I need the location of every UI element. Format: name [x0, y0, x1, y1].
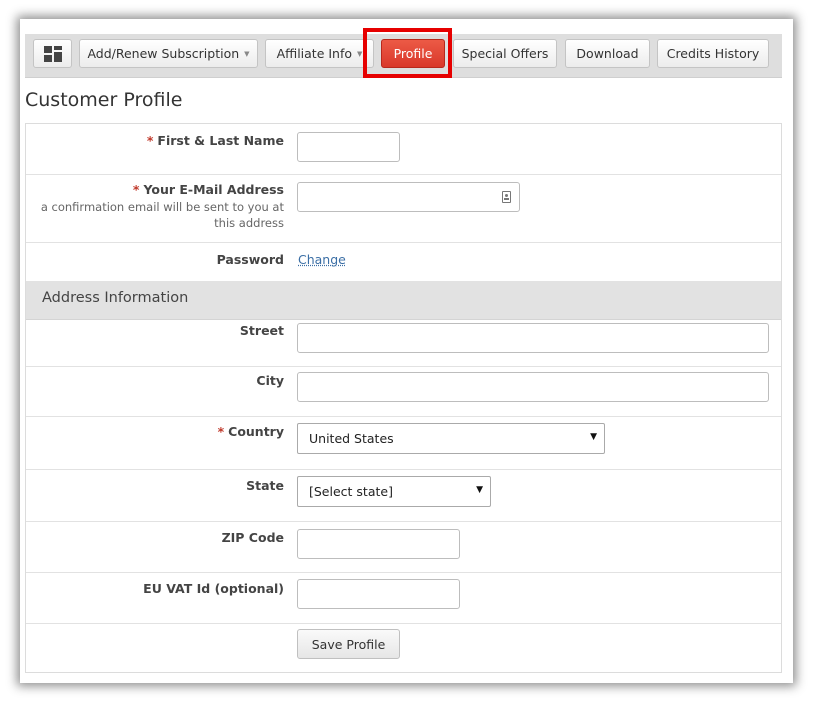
change-password-link[interactable]: Change [298, 252, 346, 267]
required-marker: * [146, 133, 154, 148]
name-label: * First & Last Name [147, 133, 284, 148]
add-renew-subscription-label: Add/Renew Subscription [87, 46, 240, 61]
profile-form-panel: * First & Last Name * Your E-Mail Address … [25, 123, 782, 673]
country-selected-value: United States [309, 431, 394, 446]
page-frame: Add/Renew Subscription ▼ Affiliate Info … [20, 19, 793, 683]
country-label: * Country [218, 424, 284, 439]
tab-download-label: Download [576, 46, 639, 61]
street-input[interactable] [297, 323, 769, 353]
page-title: Customer Profile [25, 89, 183, 111]
city-label: City [256, 373, 284, 388]
street-row: Street [26, 319, 781, 367]
name-label-text: First & Last Name [157, 133, 284, 148]
zip-input[interactable] [297, 529, 460, 559]
vat-row: EU VAT Id (optional) [26, 573, 781, 624]
zip-row: ZIP Code [26, 522, 781, 573]
state-select[interactable]: [Select state] ▼ [297, 476, 491, 507]
required-marker: * [217, 424, 225, 439]
state-selected-value: [Select state] [309, 484, 393, 499]
vat-label: EU VAT Id (optional) [143, 581, 284, 596]
name-row: * First & Last Name [26, 124, 781, 175]
affiliate-info-button[interactable]: Affiliate Info ▼ [265, 39, 374, 68]
zip-label: ZIP Code [221, 530, 284, 545]
street-label: Street [239, 323, 284, 338]
country-label-text: Country [228, 424, 284, 439]
address-section-header: Address Information [26, 281, 781, 320]
email-row: * Your E-Mail Address a confirmation emai… [26, 175, 781, 243]
name-input[interactable] [297, 132, 400, 162]
tab-download[interactable]: Download [565, 39, 650, 68]
save-profile-button[interactable]: Save Profile [297, 629, 400, 659]
country-row: * Country United States ▼ [26, 417, 781, 470]
chevron-down-icon: ▼ [244, 49, 250, 58]
contact-card-icon[interactable] [502, 191, 511, 203]
tab-special-offers-label: Special Offers [461, 46, 549, 61]
country-select[interactable]: United States ▼ [297, 423, 605, 454]
dropdown-arrow-icon: ▼ [476, 485, 483, 495]
city-row: City [26, 367, 781, 417]
dropdown-arrow-icon: ▼ [590, 432, 597, 442]
email-input[interactable] [297, 182, 520, 212]
dashboard-grid-icon [43, 45, 62, 62]
chevron-down-icon: ▼ [357, 49, 363, 58]
email-label-text: Your E-Mail Address [143, 182, 284, 197]
email-note: a confirmation email will be sent to you… [40, 200, 284, 230]
address-section-title: Address Information [42, 290, 189, 306]
state-row: State [Select state] ▼ [26, 470, 781, 522]
dashboard-button[interactable] [33, 39, 72, 68]
required-marker: * [132, 182, 140, 197]
affiliate-info-label: Affiliate Info [276, 46, 353, 61]
add-renew-subscription-button[interactable]: Add/Renew Subscription ▼ [79, 39, 258, 68]
password-label: Password [216, 252, 284, 267]
vat-input[interactable] [297, 579, 460, 609]
password-row: Password Change [26, 243, 781, 281]
highlight-box [363, 28, 452, 78]
state-label: State [246, 478, 284, 493]
city-input[interactable] [297, 372, 769, 402]
tab-special-offers[interactable]: Special Offers [453, 39, 557, 68]
tab-credits-history[interactable]: Credits History [657, 39, 769, 68]
tab-credits-history-label: Credits History [666, 46, 760, 61]
email-label: * Your E-Mail Address [133, 182, 284, 197]
